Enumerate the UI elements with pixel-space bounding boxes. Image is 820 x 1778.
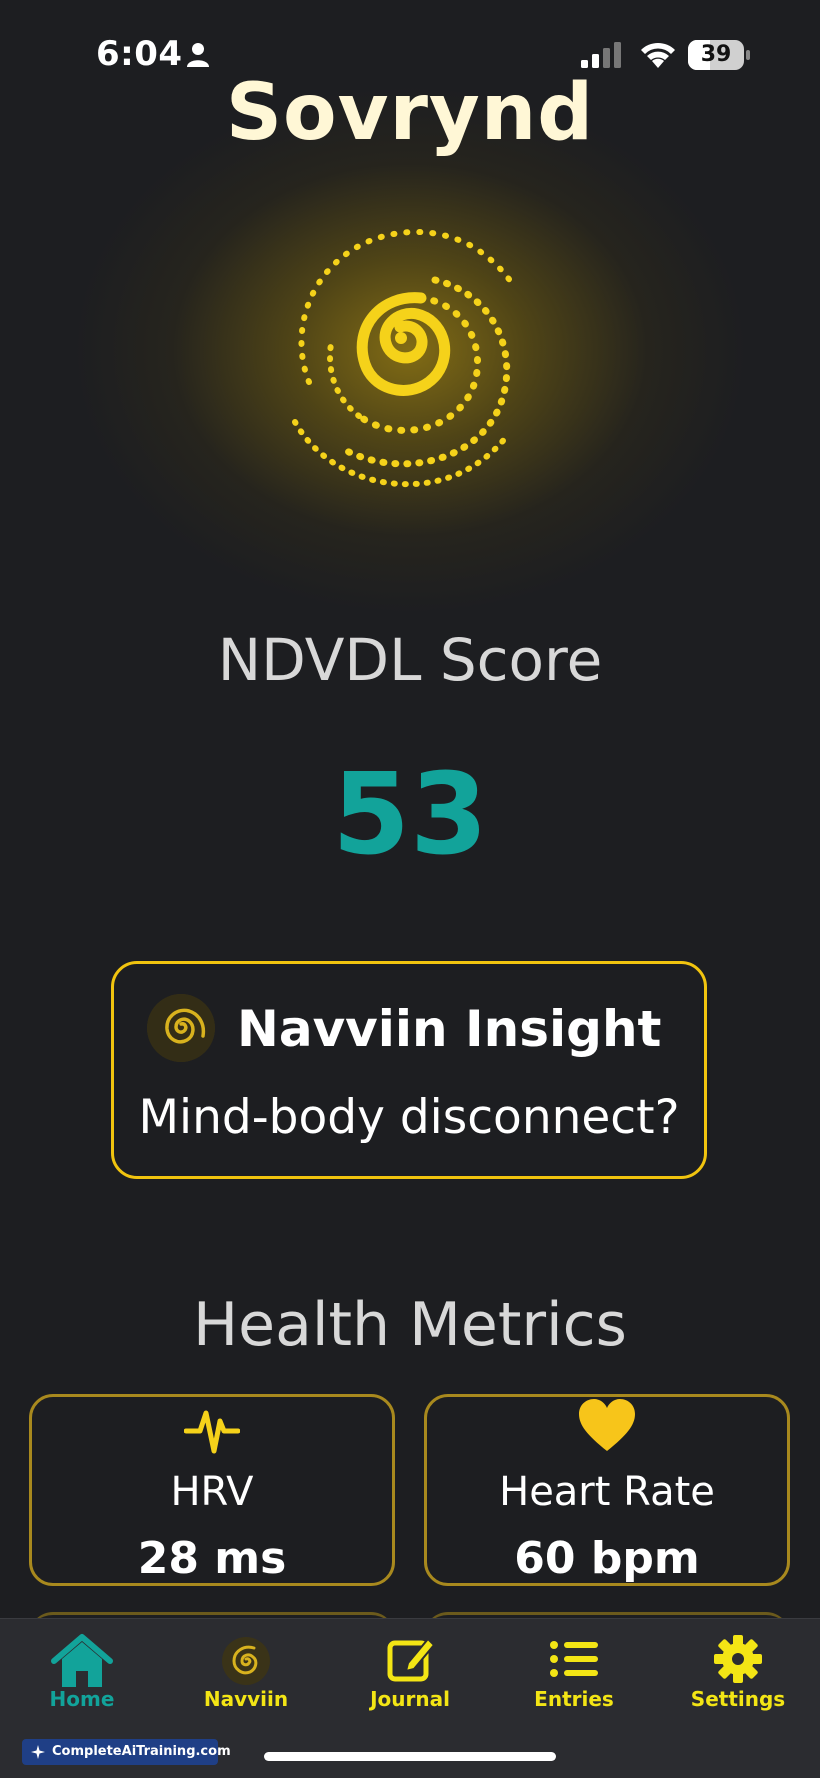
metric-card-heart-rate[interactable]: Heart Rate 60 bpm [424, 1394, 790, 1586]
tab-label: Entries [534, 1687, 614, 1711]
metric-value: 28 ms [137, 1533, 287, 1584]
pulse-icon-wrap [32, 1397, 392, 1463]
insight-text: Mind-body disconnect? [138, 1090, 680, 1145]
tab-label: Home [49, 1687, 115, 1711]
insight-card[interactable]: Navviin Insight Mind-body disconnect? [111, 961, 707, 1179]
tab-entries[interactable]: Entries [492, 1619, 656, 1729]
spiral-logo-icon [292, 229, 518, 488]
navviin-spiral-icon [147, 994, 215, 1062]
health-metrics-title: Health Metrics [193, 1290, 627, 1360]
tab-label: Navviin [203, 1687, 289, 1711]
list-icon [550, 1641, 598, 1677]
metric-label: HRV [170, 1469, 254, 1515]
home-indicator[interactable] [264, 1752, 556, 1761]
score-label: NDVDL Score [217, 626, 603, 694]
metric-label: Heart Rate [499, 1469, 715, 1515]
tab-label: Settings [690, 1687, 786, 1711]
person-icon [187, 43, 209, 67]
heart-icon [579, 1399, 635, 1451]
metric-card-hrv[interactable]: HRV 28 ms [29, 1394, 395, 1586]
battery-level: 39 [700, 42, 732, 67]
tab-settings[interactable]: Settings [656, 1619, 820, 1729]
home-icon [51, 1634, 113, 1687]
watermark-text: CompleteAiTraining.com [52, 1744, 231, 1759]
edit-icon [387, 1637, 436, 1682]
heart-icon-wrap [427, 1397, 787, 1457]
pulse-icon [183, 1410, 241, 1454]
tab-navviin[interactable]: Navviin [164, 1619, 328, 1729]
signal-icon [581, 42, 621, 68]
tab-journal[interactable]: Journal [328, 1619, 492, 1729]
gear-icon [714, 1635, 762, 1683]
spiral-icon [222, 1637, 270, 1685]
insight-title: Navviin Insight [237, 1000, 662, 1058]
battery-cap [746, 50, 750, 60]
score-value: 53 [332, 750, 488, 880]
watermark-badge: CompleteAiTraining.com [22, 1739, 231, 1765]
tab-label: Journal [370, 1687, 450, 1711]
sparkle-icon [31, 1745, 45, 1759]
battery-icon: 39 [688, 40, 744, 70]
wifi-icon [641, 42, 675, 68]
app-title: Sovrynd [225, 68, 595, 158]
tab-home[interactable]: Home [0, 1619, 164, 1729]
metric-value: 60 bpm [514, 1533, 700, 1584]
